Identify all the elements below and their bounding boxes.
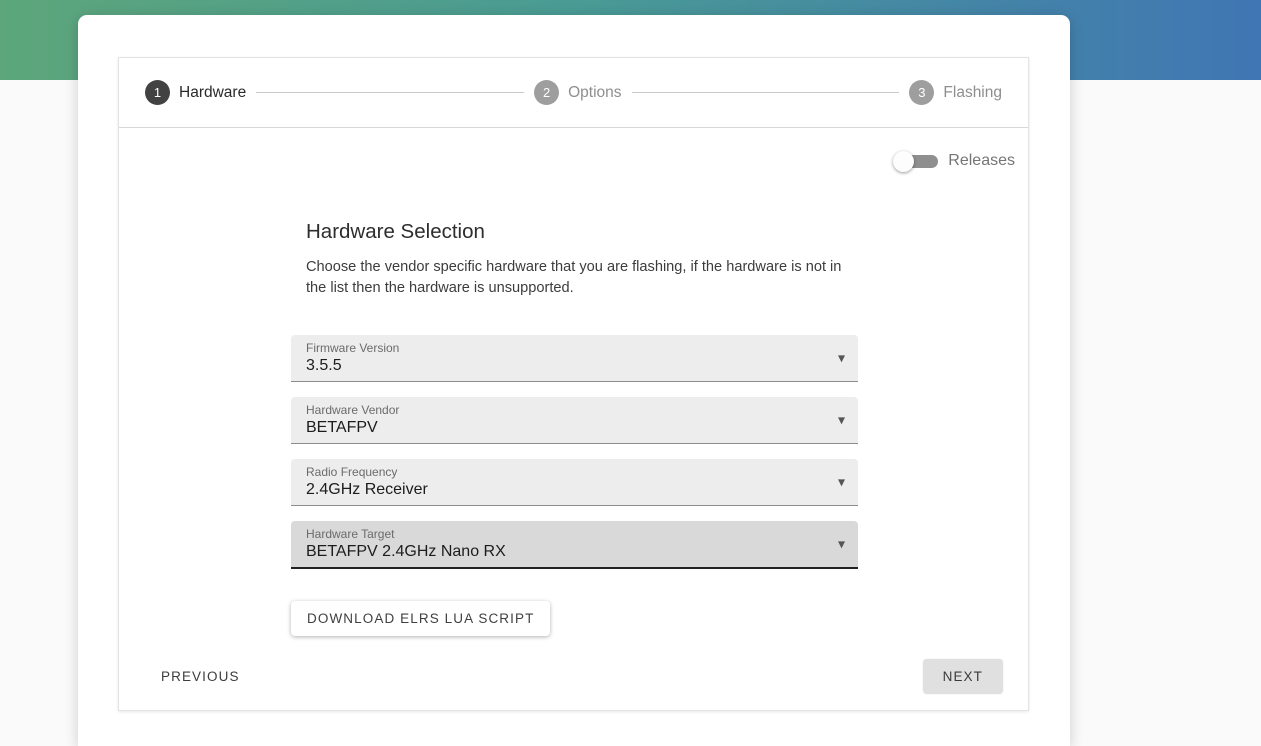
dropdown-arrow-icon[interactable]: ▾ <box>838 536 845 553</box>
firmware-version-select[interactable]: Firmware Version 3.5.5 ▾ <box>291 335 858 382</box>
step-connector <box>256 92 524 93</box>
step-connector <box>632 92 900 93</box>
step-number-badge: 1 <box>145 80 170 105</box>
step-label: Options <box>568 84 621 102</box>
hardware-vendor-select[interactable]: Hardware Vendor BETAFPV ▾ <box>291 397 858 444</box>
field-label: Firmware Version <box>306 341 824 355</box>
field-value: 2.4GHz Receiver <box>306 481 824 499</box>
dropdown-arrow-icon[interactable]: ▾ <box>838 412 845 429</box>
app-window-panel: 1 Hardware 2 Options 3 Flashing Releases <box>78 15 1070 746</box>
previous-button[interactable]: PREVIOUS <box>153 660 248 693</box>
dropdown-arrow-icon[interactable]: ▾ <box>838 350 845 367</box>
field-label: Radio Frequency <box>306 465 824 479</box>
toggle-knob[interactable] <box>893 151 914 172</box>
releases-toggle-row: Releases <box>893 150 1015 172</box>
field-value: BETAFPV <box>306 419 824 437</box>
step-label: Hardware <box>179 84 246 102</box>
next-button[interactable]: NEXT <box>923 659 1003 694</box>
field-value: BETAFPV 2.4GHz Nano RX <box>306 543 824 561</box>
field-value: 3.5.5 <box>306 357 824 375</box>
field-label: Hardware Target <box>306 527 824 541</box>
radio-frequency-select[interactable]: Radio Frequency 2.4GHz Receiver ▾ <box>291 459 858 506</box>
step-number-badge: 2 <box>534 80 559 105</box>
releases-toggle[interactable] <box>893 150 939 172</box>
wizard-content: Releases Hardware Selection Choose the v… <box>119 128 1028 710</box>
releases-toggle-label: Releases <box>948 152 1015 170</box>
page-description: Choose the vendor specific hardware that… <box>306 257 858 299</box>
wizard-stepper: 1 Hardware 2 Options 3 Flashing <box>119 58 1028 128</box>
download-lua-script-button[interactable]: DOWNLOAD ELRS LUA SCRIPT <box>291 601 550 636</box>
step-hardware[interactable]: 1 Hardware <box>145 80 246 105</box>
page-title: Hardware Selection <box>306 220 858 244</box>
hardware-selection-section: Hardware Selection Choose the vendor spe… <box>291 220 858 636</box>
step-options[interactable]: 2 Options <box>534 80 621 105</box>
wizard-card: 1 Hardware 2 Options 3 Flashing Releases <box>118 57 1029 711</box>
step-number-badge: 3 <box>909 80 934 105</box>
hardware-target-select[interactable]: Hardware Target BETAFPV 2.4GHz Nano RX ▾ <box>291 521 858 569</box>
step-flashing[interactable]: 3 Flashing <box>909 80 1002 105</box>
step-label: Flashing <box>943 84 1002 102</box>
field-label: Hardware Vendor <box>306 403 824 417</box>
wizard-footer: PREVIOUS NEXT <box>119 659 1028 694</box>
dropdown-arrow-icon[interactable]: ▾ <box>838 474 845 491</box>
